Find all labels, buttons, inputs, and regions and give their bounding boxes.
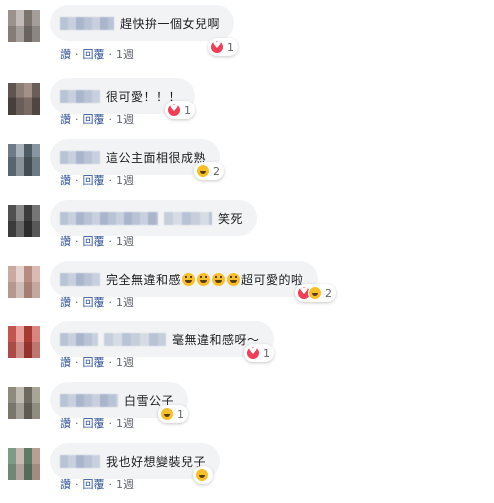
haha-reaction-icon [308,286,322,300]
comment-actions: 讚 · 回覆 · 1週 [60,356,134,369]
comment-4: 笑死 讚 · 回覆 · 1週 [0,197,494,259]
comment-actions: 讚 · 回覆 · 1週 [60,296,134,309]
commenter-name[interactable] [60,332,98,346]
love-reaction-icon [210,39,224,54]
comment-3: 這公主面相很成熟 2 讚 · 回覆 · 1週 [0,136,494,198]
like-link[interactable]: 讚 [60,174,71,187]
comment-text: 我也好想變裝兒子 [106,454,207,469]
timestamp[interactable]: 1週 [116,235,134,248]
comment-actions: 讚 · 回覆 · 1週 [60,113,134,126]
comment-5: 完全無違和感 超可愛的啦 2 讚·回覆·1週 [0,258,494,320]
reply-link[interactable]: 回覆 [83,356,105,369]
timestamp[interactable]: 1週 [116,174,134,187]
reaction-count: 2 [325,286,332,300]
haha-reaction-icon [195,468,209,482]
reply-link[interactable]: 回覆 [83,235,105,248]
reaction-summary[interactable]: 1 [208,38,238,56]
comment-actions: 讚 · 回覆 · 1週 [60,478,134,491]
avatar[interactable] [8,10,40,42]
reaction-summary[interactable]: 1 [244,344,274,362]
laughing-emoji [182,272,196,286]
comment-actions: 讚 · 回覆 · 1週 [60,48,134,61]
reaction-count: 1 [263,346,270,360]
avatar[interactable] [8,326,40,358]
commenter-name-secondary [164,211,212,225]
avatar[interactable] [8,83,40,115]
comment-2: 很可愛！！！ 1 讚·回覆·1週 [0,75,494,137]
reaction-count: 2 [213,164,220,178]
avatar[interactable] [8,448,40,480]
avatar[interactable] [8,144,40,176]
commenter-name[interactable] [60,150,100,164]
reaction-count: 1 [184,103,191,117]
reply-link[interactable]: 回覆 [83,113,105,126]
reply-link[interactable]: 回覆 [83,478,105,491]
comment-actions: 讚 · 回覆 · 1週 [60,417,134,430]
reply-link[interactable]: 回覆 [83,174,105,187]
comment-bubble: 笑死 [50,200,258,236]
reaction-count: 1 [177,407,184,421]
like-link[interactable]: 讚 [60,417,71,430]
timestamp[interactable]: 1週 [116,296,134,309]
comment-6: 毫無違和感呀～ 1 讚·回覆·1週 [0,318,494,380]
comment-1: 趕快拚一個女兒啊 1 讚·回覆·1週 [0,2,494,64]
reaction-summary[interactable]: 1 [165,101,195,119]
haha-reaction-icon [160,407,174,421]
timestamp[interactable]: 1週 [116,48,134,61]
commenter-name[interactable] [60,89,100,103]
timestamp[interactable]: 1週 [116,417,134,430]
avatar[interactable] [8,205,40,237]
commenter-name[interactable] [60,211,158,225]
avatar[interactable] [8,266,40,298]
commenter-name[interactable] [60,454,100,468]
love-reaction-icon [167,102,181,117]
reply-link[interactable]: 回覆 [83,48,105,61]
laughing-emoji [227,272,241,286]
haha-reaction-icon [196,164,210,178]
comment-bubble: 完全無違和感 超可愛的啦 [50,261,318,297]
like-link[interactable]: 讚 [60,296,71,309]
comment-bubble: 毫無違和感呀～ [50,321,274,357]
timestamp[interactable]: 1週 [116,356,134,369]
like-link[interactable]: 讚 [60,113,71,126]
comment-7: 白雪公子 1 讚 · 回覆 · 1週 [0,379,494,441]
reply-link[interactable]: 回覆 [83,417,105,430]
comment-text-end: 超可愛的啦 [241,272,304,287]
comment-actions: 讚 · 回覆 · 1週 [60,235,134,248]
love-reaction-icon [246,345,260,360]
commenter-name[interactable] [60,272,100,286]
commenter-name-secondary [104,332,166,346]
comment-8: 我也好想變裝兒子 讚 · 回覆 · 1週 [0,440,494,502]
timestamp[interactable]: 1週 [116,113,134,126]
reaction-summary[interactable] [193,466,213,484]
reaction-count: 1 [227,40,234,54]
comment-text-start: 完全無違和感 [106,272,182,287]
commenter-name[interactable] [60,393,118,407]
like-link[interactable]: 讚 [60,478,71,491]
comment-bubble: 趕快拚一個女兒啊 [50,5,235,41]
comment-text: 這公主面相很成熟 [106,150,207,165]
like-link[interactable]: 讚 [60,356,71,369]
commenter-name[interactable] [60,16,114,30]
reaction-summary[interactable]: 2 [295,284,336,302]
reply-link[interactable]: 回覆 [83,296,105,309]
comment-text: 笑死 [218,211,244,226]
timestamp[interactable]: 1週 [116,478,134,491]
laughing-emoji [197,272,211,286]
like-link[interactable]: 讚 [60,235,71,248]
comment-text: 趕快拚一個女兒啊 [120,16,221,31]
reaction-summary[interactable]: 2 [194,162,224,180]
laughing-emoji [212,272,226,286]
reaction-summary[interactable]: 1 [158,405,188,423]
like-link[interactable]: 讚 [60,48,71,61]
comment-actions: 讚 · 回覆 · 1週 [60,174,134,187]
avatar[interactable] [8,387,40,419]
